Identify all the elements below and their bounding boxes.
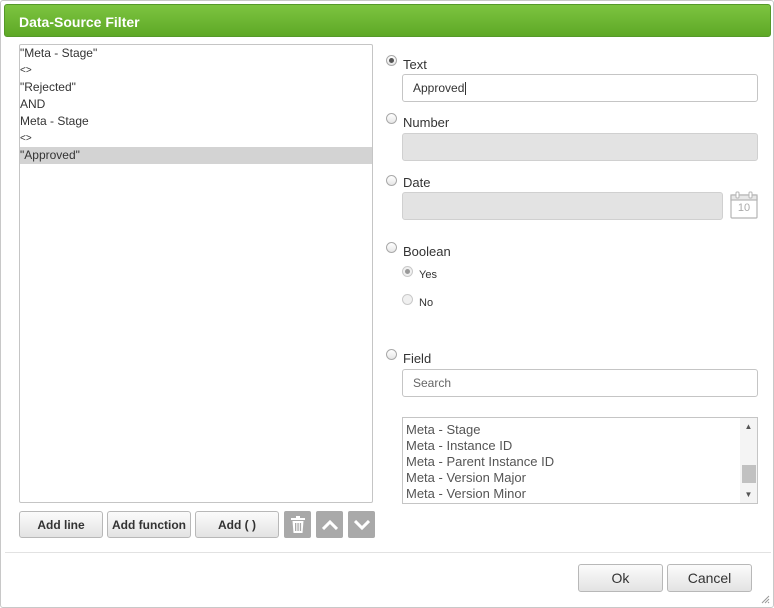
move-up-button[interactable]: [316, 511, 343, 538]
expression-line[interactable]: AND: [20, 96, 372, 113]
field-type-label: Field: [403, 351, 432, 366]
calendar-day: 10: [737, 202, 751, 214]
add-parentheses-button[interactable]: Add ( ): [195, 511, 279, 538]
expression-line[interactable]: "Meta - Stage": [20, 45, 372, 62]
boolean-no-label: No: [419, 297, 434, 309]
number-value-input[interactable]: [402, 133, 758, 161]
text-type-label: Text: [403, 57, 427, 72]
dialog-title: Data-Source Filter: [19, 14, 140, 30]
move-down-button[interactable]: [348, 511, 375, 538]
expression-line[interactable]: Meta - Stage: [20, 113, 372, 130]
date-type-radio[interactable]: [386, 175, 397, 186]
boolean-yes-radio[interactable]: [402, 266, 413, 277]
field-type-radio[interactable]: [386, 349, 397, 360]
field-list-item[interactable]: Meta - Instance ID: [406, 438, 554, 454]
date-type-label: Date: [403, 175, 431, 190]
chevron-up-icon: [321, 519, 338, 530]
scroll-up-arrow-icon[interactable]: ▲: [740, 418, 757, 435]
field-list[interactable]: Meta - Stage Meta - Instance ID Meta - Par…: [402, 417, 758, 504]
field-list-item[interactable]: Meta - Version Major: [406, 470, 554, 486]
chevron-down-icon: [353, 519, 370, 530]
text-value-input[interactable]: Approved: [402, 74, 758, 102]
text-cursor: [465, 81, 467, 95]
field-search-input[interactable]: Search: [402, 369, 758, 397]
field-list-items: Meta - Stage Meta - Instance ID Meta - Par…: [406, 422, 554, 502]
field-list-item[interactable]: Meta - Stage: [406, 422, 554, 438]
text-value: Approved: [413, 81, 465, 95]
expression-line[interactable]: "Rejected": [20, 79, 372, 96]
ok-button[interactable]: Ok: [578, 564, 663, 592]
field-list-item[interactable]: Meta - Parent Instance ID: [406, 454, 554, 470]
expression-line[interactable]: <>: [20, 130, 372, 147]
boolean-no-radio[interactable]: [402, 294, 413, 305]
dialog-title-bar[interactable]: Data-Source Filter: [4, 4, 771, 37]
cancel-button[interactable]: Cancel: [667, 564, 752, 592]
scroll-thumb[interactable]: [742, 465, 756, 483]
expression-line[interactable]: "Approved": [20, 147, 372, 164]
number-type-label: Number: [403, 115, 450, 130]
trash-icon: [290, 516, 305, 533]
text-type-radio[interactable]: [386, 55, 397, 66]
boolean-type-label: Boolean: [403, 244, 451, 259]
data-source-filter-dialog: Data-Source Filter "Meta - Stage" <> "Reje…: [0, 0, 774, 608]
footer-divider: [5, 552, 771, 553]
add-line-button[interactable]: Add line: [19, 511, 103, 538]
resize-grip-icon[interactable]: [761, 595, 770, 604]
calendar-button[interactable]: 10: [730, 191, 758, 219]
boolean-type-radio[interactable]: [386, 242, 397, 253]
field-list-item[interactable]: Meta - Version Minor: [406, 486, 554, 502]
field-list-scrollbar[interactable]: ▲ ▼: [740, 418, 757, 503]
field-search-placeholder: Search: [413, 376, 452, 390]
delete-button[interactable]: [284, 511, 311, 538]
boolean-yes-label: Yes: [419, 269, 437, 281]
add-function-button[interactable]: Add function: [107, 511, 191, 538]
date-value-input[interactable]: [402, 192, 723, 220]
expression-line[interactable]: <>: [20, 62, 372, 79]
scroll-down-arrow-icon[interactable]: ▼: [740, 486, 757, 503]
expression-list[interactable]: "Meta - Stage" <> "Rejected" AND Meta - Stag…: [19, 44, 373, 503]
number-type-radio[interactable]: [386, 113, 397, 124]
